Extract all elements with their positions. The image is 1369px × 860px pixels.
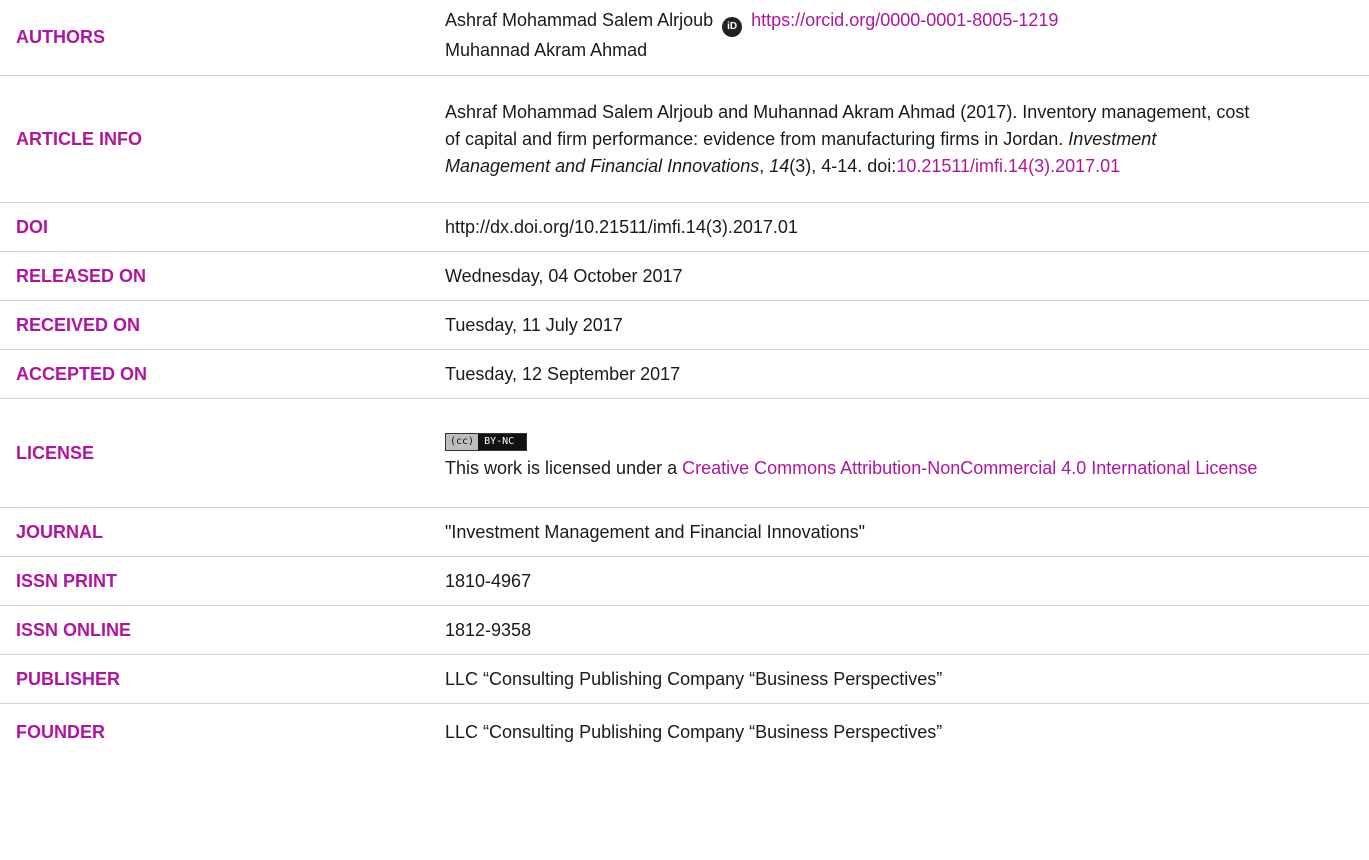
orcid-link[interactable]: https://orcid.org/0000-0001-8005-1219 xyxy=(751,10,1058,30)
citation-issue-pages: (3), 4-14. doi: xyxy=(789,155,897,176)
citation-comma: , xyxy=(759,155,770,176)
orcid-icon[interactable]: iD xyxy=(722,17,743,37)
license-value: (cc) BY-NC This work is licensed under a… xyxy=(445,425,1369,482)
article-info-label: ARTICLE INFO xyxy=(16,128,142,149)
cc-license-badge[interactable]: (cc) BY-NC xyxy=(445,432,528,451)
cc-by-nc-text: BY-NC xyxy=(478,433,527,450)
journal-value: "Investment Management and Financial Inn… xyxy=(445,521,866,542)
citation-volume: 14 xyxy=(769,155,790,176)
issn-print-label: ISSN PRINT xyxy=(16,570,118,591)
issn-online-value: 1812-9358 xyxy=(445,619,532,640)
row-article-info: ARTICLE INFO Ashraf Mohammad Salem Alrjo… xyxy=(0,76,1369,203)
citation-doi-link[interactable]: 10.21511/imfi.14(3).2017.01 xyxy=(896,156,1120,176)
license-text: This work is licensed under a xyxy=(445,457,683,478)
founder-label: FOUNDER xyxy=(16,721,105,742)
license-label: LICENSE xyxy=(16,442,95,463)
row-publisher: PUBLISHER LLC “Consulting Publishing Com… xyxy=(0,655,1369,704)
released-on-value: Wednesday, 04 October 2017 xyxy=(445,265,683,286)
author-1-name: Ashraf Mohammad Salem Alrjoub xyxy=(445,10,714,30)
author-2-name: Muhannad Akram Ahmad xyxy=(445,40,648,60)
row-issn-online: ISSN ONLINE 1812-9358 xyxy=(0,606,1369,655)
row-received-on: RECEIVED ON Tuesday, 11 July 2017 xyxy=(0,301,1369,350)
authors-value: Ashraf Mohammad Salem Alrjoub iD https:/… xyxy=(445,7,1369,64)
publisher-value: LLC “Consulting Publishing Company “Busi… xyxy=(445,668,943,689)
article-info-value: Ashraf Mohammad Salem Alrjoub and Muhann… xyxy=(445,99,1369,180)
journal-label: JOURNAL xyxy=(16,521,104,542)
issn-print-value: 1810-4967 xyxy=(445,570,532,591)
row-released-on: RELEASED ON Wednesday, 04 October 2017 xyxy=(0,252,1369,301)
received-on-value: Tuesday, 11 July 2017 xyxy=(445,314,623,335)
issn-online-label: ISSN ONLINE xyxy=(16,619,132,640)
row-issn-print: ISSN PRINT 1810-4967 xyxy=(0,557,1369,606)
row-founder: FOUNDER LLC “Consulting Publishing Compa… xyxy=(0,704,1369,760)
founder-value: LLC “Consulting Publishing Company “Busi… xyxy=(445,721,943,742)
row-accepted-on: ACCEPTED ON Tuesday, 12 September 2017 xyxy=(0,350,1369,399)
accepted-on-value: Tuesday, 12 September 2017 xyxy=(445,363,681,384)
doi-value: http://dx.doi.org/10.21511/imfi.14(3).20… xyxy=(445,216,798,237)
publisher-label: PUBLISHER xyxy=(16,668,121,689)
cc-logo-icon: (cc) xyxy=(446,433,479,450)
doi-label: DOI xyxy=(16,216,49,237)
received-on-label: RECEIVED ON xyxy=(16,314,141,335)
row-doi: DOI http://dx.doi.org/10.21511/imfi.14(3… xyxy=(0,203,1369,252)
row-journal: JOURNAL "Investment Management and Finan… xyxy=(0,508,1369,557)
authors-label: AUTHORS xyxy=(16,27,105,47)
article-metadata-table: AUTHORS Ashraf Mohammad Salem Alrjoub iD… xyxy=(0,0,1369,760)
license-link[interactable]: Creative Commons Attribution-NonCommerci… xyxy=(682,458,1257,478)
released-on-label: RELEASED ON xyxy=(16,265,147,286)
row-authors: AUTHORS Ashraf Mohammad Salem Alrjoub iD… xyxy=(0,0,1369,76)
row-license: LICENSE (cc) BY-NC This work is licensed… xyxy=(0,399,1369,508)
accepted-on-label: ACCEPTED ON xyxy=(16,363,148,384)
